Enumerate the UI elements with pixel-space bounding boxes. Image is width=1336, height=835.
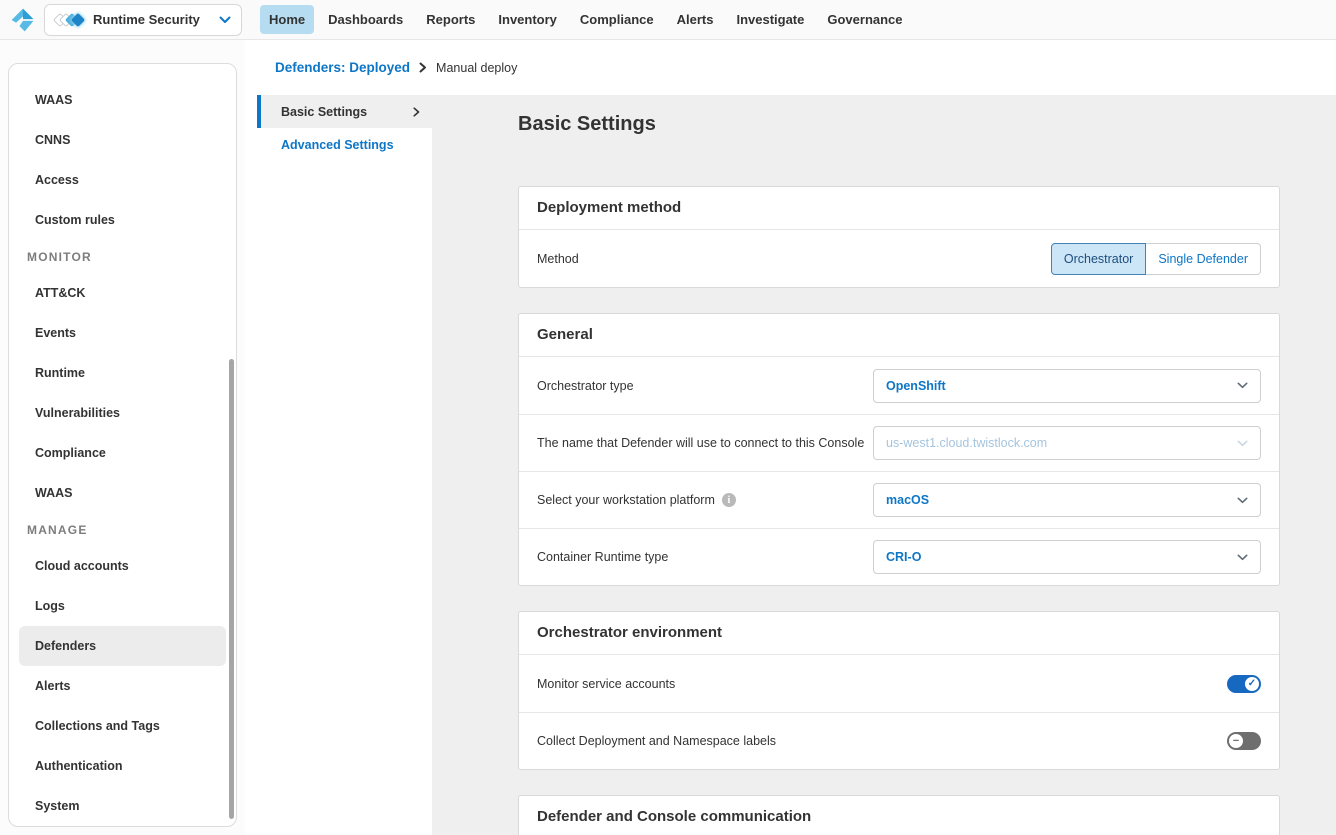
sidebar-scrollbar-thumb[interactable]: [229, 359, 234, 819]
general-card-title: General: [519, 314, 1279, 357]
sidebar-section-manage: MANAGE: [9, 513, 236, 546]
workstation-platform-select[interactable]: macOS: [873, 483, 1261, 517]
sidebar-item-waas[interactable]: WAAS: [9, 80, 236, 120]
method-option-single-defender[interactable]: Single Defender: [1146, 243, 1261, 275]
workstation-platform-label: Select your workstation platform i: [537, 493, 736, 507]
chevron-right-icon: [413, 107, 420, 117]
sidebar-item-custom-rules[interactable]: Custom rules: [9, 200, 236, 240]
chevron-down-icon: [1237, 440, 1248, 447]
defender-console-communication-card-title: Defender and Console communication: [519, 796, 1279, 835]
nav-tab-reports[interactable]: Reports: [417, 5, 484, 34]
sidebar-item-defenders[interactable]: Defenders: [9, 626, 236, 666]
breadcrumb: Defenders: Deployed Manual deploy: [245, 40, 1336, 95]
sidebar-panel: WAAS CNNS Access Custom rules MONITOR AT…: [8, 63, 237, 827]
info-icon[interactable]: i: [722, 493, 736, 507]
orchestrator-environment-card: Orchestrator environment Monitor service…: [518, 611, 1280, 770]
sidebar-item-authentication[interactable]: Authentication: [9, 746, 236, 786]
chevron-down-icon: [1237, 497, 1248, 504]
left-sidebar-column: WAAS CNNS Access Custom rules MONITOR AT…: [0, 40, 245, 835]
app-window: Runtime Security Home Dashboards Reports…: [0, 0, 1336, 835]
settings-nav-panel: Basic Settings Advanced Settings: [245, 95, 432, 835]
deployment-method-card: Deployment method Method Orchestrator Si…: [518, 186, 1280, 288]
page-title: Basic Settings: [518, 111, 1280, 137]
deployment-method-card-title: Deployment method: [519, 187, 1279, 230]
sidebar-item-alerts[interactable]: Alerts: [9, 666, 236, 706]
toggle-minus-icon: −: [1229, 734, 1243, 748]
breadcrumb-current: Manual deploy: [436, 61, 517, 75]
sidebar-item-events[interactable]: Events: [9, 313, 236, 353]
sidebar-item-logs[interactable]: Logs: [9, 586, 236, 626]
main-nav: Home Dashboards Reports Inventory Compli…: [260, 5, 912, 34]
sidebar-item-runtime[interactable]: Runtime: [9, 353, 236, 393]
monitor-service-accounts-label: Monitor service accounts: [537, 677, 675, 691]
palo-alto-networks-logo-icon: [8, 5, 38, 35]
nav-tab-compliance[interactable]: Compliance: [571, 5, 663, 34]
defender-console-communication-card: Defender and Console communication: [518, 795, 1280, 835]
chevron-down-icon: [1237, 382, 1248, 389]
nav-tab-investigate[interactable]: Investigate: [727, 5, 813, 34]
prisma-cloud-icon: [55, 15, 83, 25]
collect-labels-toggle[interactable]: −: [1227, 732, 1261, 750]
chevron-down-icon: [1237, 554, 1248, 561]
product-switcher-dropdown[interactable]: Runtime Security: [44, 4, 242, 36]
main-region: Defenders: Deployed Manual deploy Basic …: [245, 40, 1336, 835]
console-name-label: The name that Defender will use to conne…: [537, 436, 864, 450]
sidebar-item-cloud-accounts[interactable]: Cloud accounts: [9, 546, 236, 586]
breadcrumb-parent-link[interactable]: Defenders: Deployed: [275, 60, 410, 75]
nav-tab-home[interactable]: Home: [260, 5, 314, 34]
product-switcher-label: Runtime Security: [93, 12, 219, 27]
sidebar-item-compliance[interactable]: Compliance: [9, 433, 236, 473]
method-label: Method: [537, 252, 579, 266]
chevron-right-icon: [419, 62, 427, 73]
monitor-service-accounts-toggle[interactable]: ✓: [1227, 675, 1261, 693]
sidebar-item-attack[interactable]: ATT&CK: [9, 273, 236, 313]
toggle-check-icon: ✓: [1245, 677, 1259, 691]
deployment-method-segmented-control: Orchestrator Single Defender: [1051, 243, 1261, 275]
orchestrator-type-label: Orchestrator type: [537, 379, 634, 393]
sidebar-section-monitor: MONITOR: [9, 240, 236, 273]
orchestrator-type-select[interactable]: OpenShift: [873, 369, 1261, 403]
sidebar-item-access[interactable]: Access: [9, 160, 236, 200]
sidebar-item-vulnerabilities[interactable]: Vulnerabilities: [9, 393, 236, 433]
orchestrator-environment-card-title: Orchestrator environment: [519, 612, 1279, 655]
nav-tab-alerts[interactable]: Alerts: [668, 5, 723, 34]
settings-nav-basic[interactable]: Basic Settings: [257, 95, 432, 128]
sidebar-item-system[interactable]: System: [9, 786, 236, 826]
nav-tab-dashboards[interactable]: Dashboards: [319, 5, 412, 34]
method-option-orchestrator[interactable]: Orchestrator: [1051, 243, 1146, 275]
top-navigation-bar: Runtime Security Home Dashboards Reports…: [0, 0, 1336, 40]
console-name-select[interactable]: us-west1.cloud.twistlock.com: [873, 426, 1261, 460]
nav-tab-inventory[interactable]: Inventory: [489, 5, 566, 34]
settings-nav-advanced[interactable]: Advanced Settings: [257, 128, 432, 161]
chevron-down-icon: [219, 16, 231, 24]
container-runtime-type-select[interactable]: CRI-O: [873, 540, 1261, 574]
nav-tab-governance[interactable]: Governance: [818, 5, 911, 34]
settings-content: Basic Settings Deployment method Method …: [432, 95, 1336, 835]
general-card: General Orchestrator type OpenShift The …: [518, 313, 1280, 586]
sidebar-item-cnns[interactable]: CNNS: [9, 120, 236, 160]
sidebar-item-waas-monitor[interactable]: WAAS: [9, 473, 236, 513]
sidebar-item-collections-and-tags[interactable]: Collections and Tags: [9, 706, 236, 746]
container-runtime-type-label: Container Runtime type: [537, 550, 668, 564]
collect-labels-label: Collect Deployment and Namespace labels: [537, 734, 776, 748]
